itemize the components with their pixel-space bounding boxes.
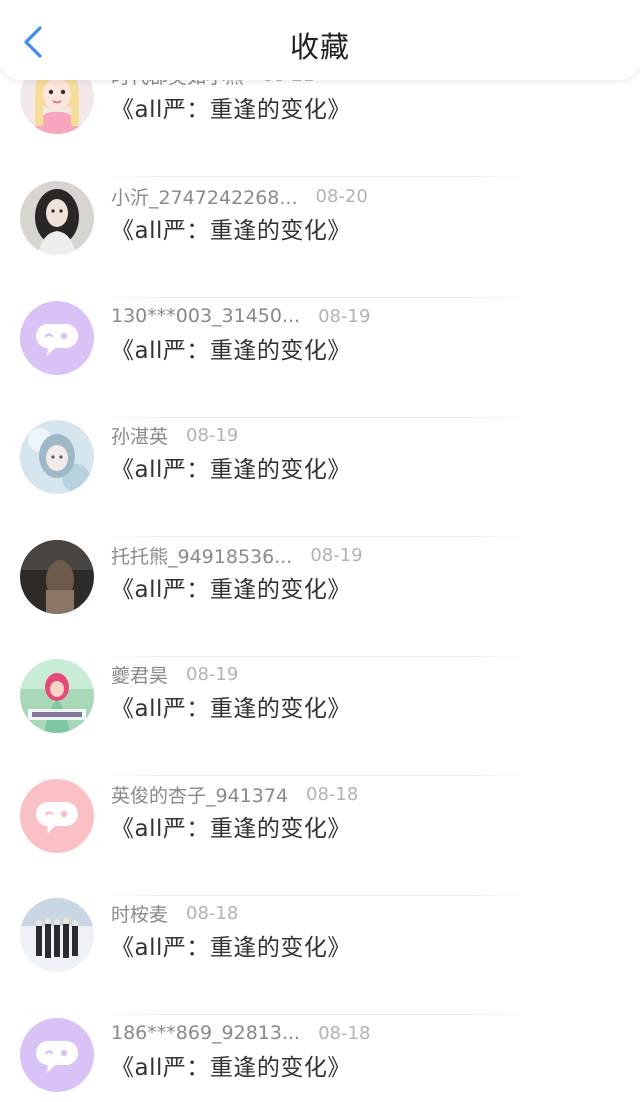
divider [100, 895, 530, 896]
favorite-title[interactable]: 《all严：重逢的变化》 [111, 928, 351, 962]
divider [100, 1014, 530, 1015]
divider [100, 536, 530, 537]
divider [100, 656, 530, 657]
page-title: 收藏 [289, 30, 350, 64]
avatar[interactable] [20, 1018, 94, 1092]
favorite-title[interactable]: 《all严：重逢的变化》 [111, 689, 351, 723]
list-item[interactable]: 孙湛英 08-19 《all严：重逢的变化》 [0, 420, 640, 539]
avatar[interactable] [20, 181, 94, 255]
favorite-title[interactable]: 《all严：重逢的变化》 [111, 570, 351, 604]
list-item[interactable]: 186***869_92813... 08-18 《all严：重逢的变化》 [0, 1018, 640, 1102]
username[interactable]: 时桉麦 [111, 900, 168, 927]
username[interactable]: 托托熊_94918536... [111, 542, 292, 569]
date: 08-18 [186, 902, 239, 924]
item-meta: 孙湛英 08-19 [111, 422, 238, 448]
divider [100, 417, 530, 418]
date: 08-20 [315, 185, 368, 207]
list-item[interactable]: 英俊的杏子_941374 08-18 《all严：重逢的变化》 [0, 779, 640, 898]
favorite-title[interactable]: 《all严：重逢的变化》 [111, 809, 351, 843]
username[interactable]: 小沂_2747242268... [111, 183, 298, 210]
avatar[interactable] [20, 898, 94, 972]
item-meta: 英俊的杏子_941374 08-18 [111, 781, 358, 807]
list-item[interactable]: 托托熊_94918536... 08-19 《all严：重逢的变化》 [0, 540, 640, 659]
favorite-title[interactable]: 《all严：重逢的变化》 [111, 1048, 351, 1082]
avatar[interactable] [20, 779, 94, 853]
favorites-page: 时代郡吴如小熊 08-21 《all严：重逢的变化》 小沂_2747242268… [0, 0, 640, 1102]
avatar[interactable] [20, 659, 94, 733]
avatar[interactable] [20, 420, 94, 494]
date: 08-19 [310, 544, 363, 566]
favorite-title[interactable]: 《all严：重逢的变化》 [111, 331, 351, 365]
list-item[interactable]: 夔君昊 08-19 《all严：重逢的变化》 [0, 659, 640, 778]
item-meta: 186***869_92813... 08-18 [111, 1020, 370, 1046]
date: 08-19 [318, 305, 371, 327]
divider [100, 297, 530, 298]
item-meta: 小沂_2747242268... 08-20 [111, 183, 368, 209]
item-meta: 夔君昊 08-19 [111, 661, 238, 687]
username[interactable]: 130***003_31450... [111, 305, 300, 327]
date: 08-19 [186, 663, 239, 685]
username[interactable]: 孙湛英 [111, 422, 168, 449]
item-meta: 130***003_31450... 08-19 [111, 303, 370, 329]
date: 08-19 [186, 424, 239, 446]
item-meta: 托托熊_94918536... 08-19 [111, 542, 363, 568]
nav-header: 收藏 [0, 0, 640, 80]
divider [100, 775, 530, 776]
date: 08-18 [318, 1022, 371, 1044]
list-item[interactable]: 小沂_2747242268... 08-20 《all严：重逢的变化》 [0, 181, 640, 300]
list-item[interactable]: 时桉麦 08-18 《all严：重逢的变化》 [0, 898, 640, 1017]
favorite-title[interactable]: 《all严：重逢的变化》 [111, 90, 351, 124]
item-meta: 时桉麦 08-18 [111, 900, 238, 926]
divider [100, 176, 530, 177]
list-item[interactable]: 130***003_31450... 08-19 《all严：重逢的变化》 [0, 301, 640, 420]
avatar[interactable] [20, 540, 94, 614]
favorite-title[interactable]: 《all严：重逢的变化》 [111, 450, 351, 484]
username[interactable]: 英俊的杏子_941374 [111, 781, 288, 808]
avatar[interactable] [20, 301, 94, 375]
favorite-title[interactable]: 《all严：重逢的变化》 [111, 211, 351, 245]
username[interactable]: 夔君昊 [111, 661, 168, 688]
username[interactable]: 186***869_92813... [111, 1022, 300, 1044]
date: 08-18 [306, 783, 359, 805]
